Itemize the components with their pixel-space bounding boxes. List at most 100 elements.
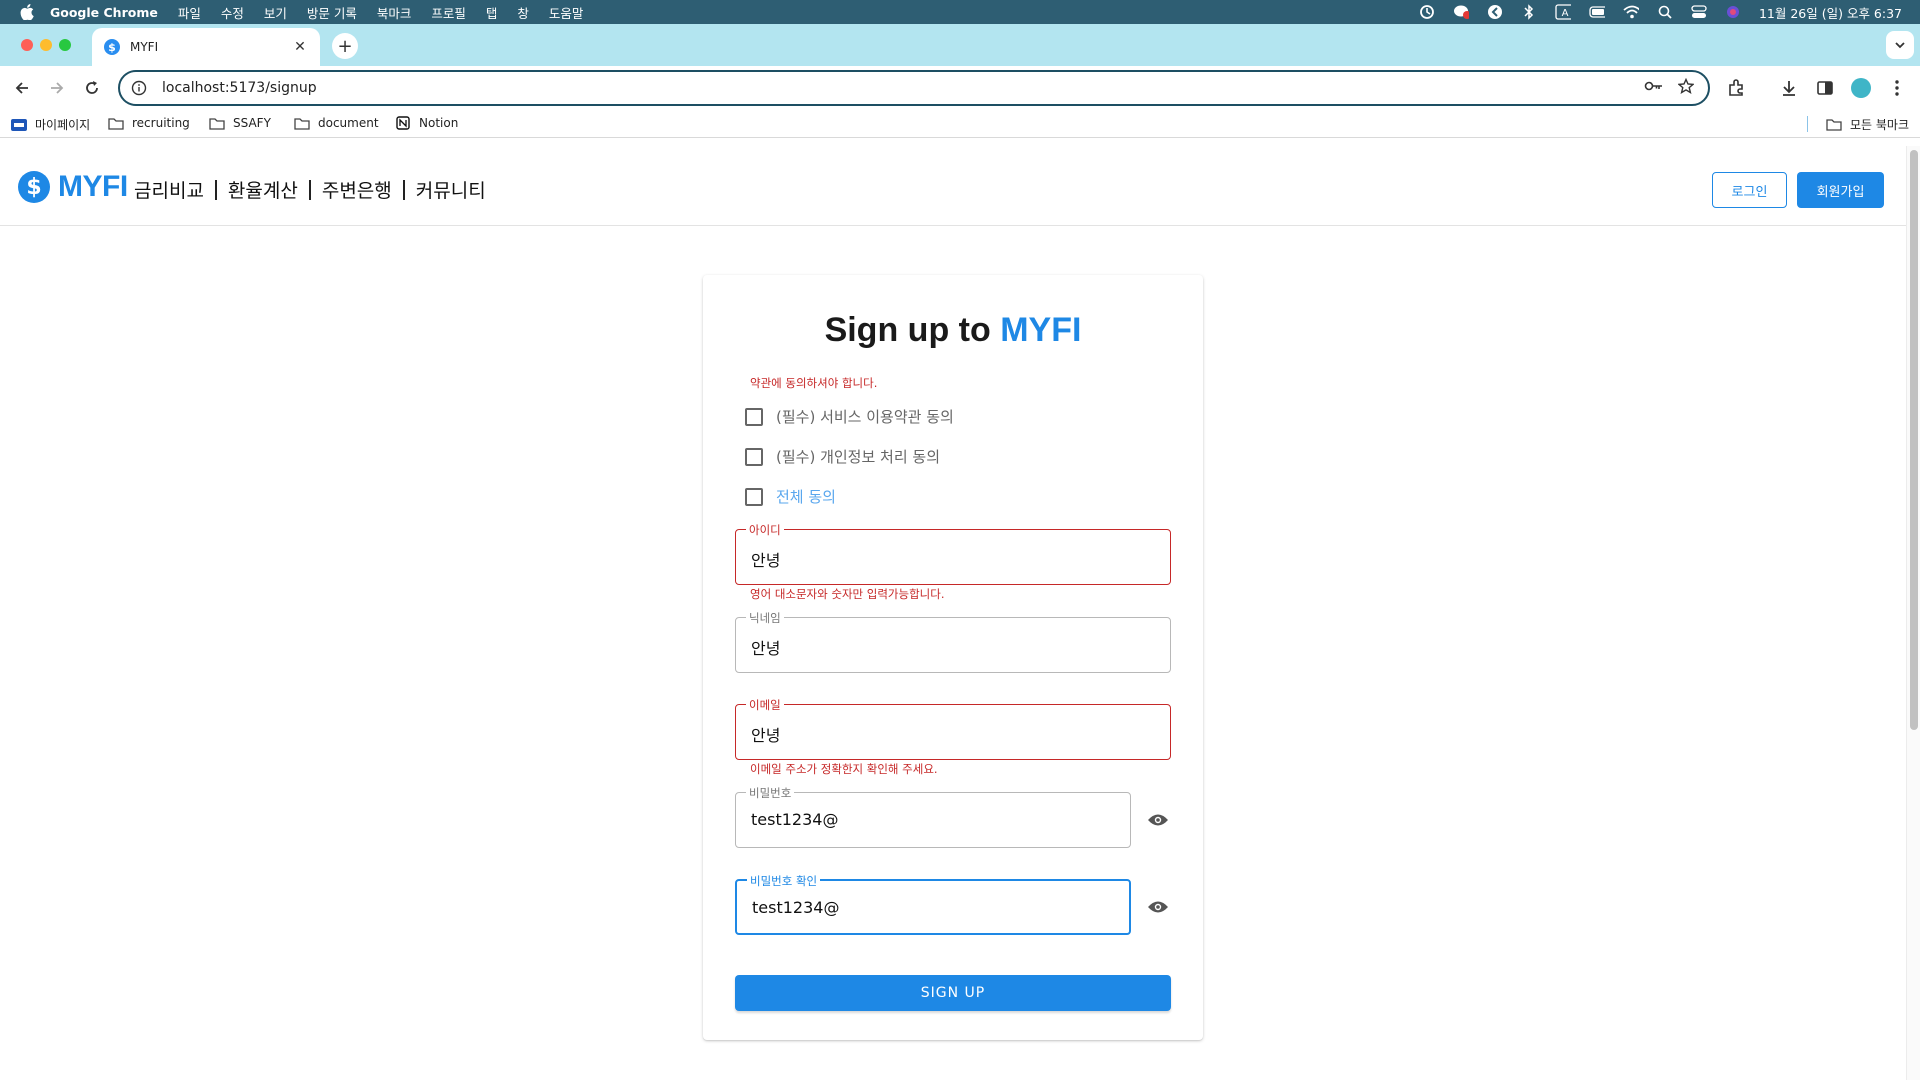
password-key-icon[interactable] xyxy=(1644,78,1664,98)
terms-privacy-checkbox[interactable]: (필수) 개인정보 처리 동의 xyxy=(745,446,940,467)
bookmarks-divider xyxy=(1807,116,1808,132)
side-panel-icon[interactable] xyxy=(1814,77,1836,99)
login-button[interactable]: 로그인 xyxy=(1712,172,1787,208)
menu-edit[interactable]: 수정 xyxy=(221,3,244,22)
password-field[interactable]: 비밀번호 test1234@ xyxy=(735,785,1131,848)
control-center-icon[interactable] xyxy=(1691,4,1707,20)
field-value[interactable]: 안녕 xyxy=(751,722,780,746)
spotlight-icon[interactable] xyxy=(1657,4,1673,20)
wifi-icon[interactable] xyxy=(1623,4,1639,20)
eye-icon[interactable] xyxy=(1146,808,1170,832)
nickname-field[interactable]: 닉네임 안녕 xyxy=(735,610,1171,673)
bookmark-notion[interactable]: Notion xyxy=(395,116,458,130)
folder-icon xyxy=(108,116,124,130)
scrollbar-thumb[interactable] xyxy=(1910,150,1918,730)
nav-divider xyxy=(214,179,217,200)
bookmark-label: document xyxy=(318,116,379,130)
terms-all-checkbox[interactable]: 전체 동의 xyxy=(745,486,836,507)
extensions-icon[interactable] xyxy=(1725,77,1747,99)
bookmark-label: 마이페이지 xyxy=(35,118,91,132)
input-source-icon[interactable]: A xyxy=(1555,4,1571,20)
menu-help[interactable]: 도움말 xyxy=(549,3,584,22)
page-viewport: $ MYFI 금리비교 환율계산 주변은행 커뮤니티 로그인 회원가입 Sign… xyxy=(0,146,1920,1080)
tab-title: MYFI xyxy=(130,40,159,54)
vpn-icon[interactable] xyxy=(1487,4,1503,20)
menu-bookmarks[interactable]: 북마크 xyxy=(377,3,412,22)
field-label: 비밀번호 xyxy=(746,785,795,801)
checkbox[interactable] xyxy=(745,407,763,426)
folder-icon xyxy=(1826,118,1842,132)
checkbox[interactable] xyxy=(745,487,763,506)
bookmark-recruiting[interactable]: recruiting xyxy=(108,116,190,130)
tab-search-button[interactable] xyxy=(1886,31,1914,59)
page-title: Sign up to MYFI xyxy=(703,311,1203,350)
terms-error: 약관에 동의하셔야 합니다. xyxy=(750,376,878,390)
window-minimize-button[interactable] xyxy=(40,39,52,51)
main-nav: 금리비교 환율계산 주변은행 커뮤니티 xyxy=(134,176,486,203)
nav-nearby-banks[interactable]: 주변은행 xyxy=(322,176,392,203)
menu-profile[interactable]: 프로필 xyxy=(431,3,466,22)
bookmark-document[interactable]: document xyxy=(294,116,379,130)
bookmark-ssafy[interactable]: SSAFY xyxy=(209,116,271,130)
chat-icon[interactable] xyxy=(1453,4,1469,20)
field-value[interactable]: test1234@ xyxy=(752,898,839,917)
bluetooth-icon[interactable] xyxy=(1521,4,1537,20)
nav-rate-compare[interactable]: 금리비교 xyxy=(134,176,204,203)
tab-close-icon[interactable]: ✕ xyxy=(292,39,308,55)
bookmarks-bar: 마이페이지 recruiting SSAFY document Notion 모… xyxy=(0,110,1920,138)
browser-tab-active[interactable]: $ MYFI ✕ xyxy=(92,28,320,66)
all-bookmarks-folder[interactable]: 모든 북마크 xyxy=(1826,116,1909,133)
email-field[interactable]: 이메일 안녕 xyxy=(735,697,1171,760)
menu-tab[interactable]: 탭 xyxy=(486,3,498,22)
browser-toolbar: localhost:5173/signup xyxy=(0,66,1920,110)
nav-exchange-calc[interactable]: 환율계산 xyxy=(228,176,298,203)
signup-submit-button[interactable]: SIGN UP xyxy=(735,975,1171,1011)
eye-icon[interactable] xyxy=(1146,895,1170,919)
window-zoom-button[interactable] xyxy=(59,39,71,51)
menu-file[interactable]: 파일 xyxy=(178,3,201,22)
address-bar[interactable]: localhost:5173/signup xyxy=(118,70,1710,106)
logo-text: MYFI xyxy=(58,170,128,203)
forward-icon[interactable] xyxy=(45,76,69,100)
back-icon[interactable] xyxy=(10,76,34,100)
window-close-button[interactable] xyxy=(21,39,33,51)
field-value[interactable]: test1234@ xyxy=(751,810,838,829)
bookmark-star-icon[interactable] xyxy=(1677,77,1695,98)
tab-favicon: $ xyxy=(104,39,120,55)
bookmark-mypage[interactable]: 마이페이지 xyxy=(11,116,90,133)
new-tab-button[interactable]: + xyxy=(332,33,358,59)
field-value[interactable]: 안녕 xyxy=(751,635,780,659)
username-field[interactable]: 아이디 안녕 xyxy=(735,522,1171,585)
site-icon xyxy=(11,118,27,132)
checkbox-label[interactable]: (필수) 서비스 이용약관 동의 xyxy=(776,406,954,427)
apple-icon[interactable] xyxy=(18,3,36,21)
download-icon[interactable] xyxy=(1778,77,1800,99)
site-logo[interactable]: $ MYFI xyxy=(18,170,128,204)
checkbox-label[interactable]: 전체 동의 xyxy=(776,486,836,507)
page-scrollbar[interactable] xyxy=(1906,146,1920,1080)
email-error: 이메일 주소가 정확한지 확인해 주세요. xyxy=(750,762,938,776)
checkbox[interactable] xyxy=(745,447,763,466)
menubar-clock[interactable]: 11월 26일 (일) 오후 6:37 xyxy=(1759,3,1902,22)
password-confirm-field[interactable]: 비밀번호 확인 test1234@ xyxy=(735,873,1131,935)
site-info-icon[interactable] xyxy=(130,79,148,97)
nav-divider xyxy=(402,179,405,200)
checkbox-label[interactable]: (필수) 개인정보 처리 동의 xyxy=(776,446,940,467)
siri-icon[interactable] xyxy=(1725,4,1741,20)
app-name[interactable]: Google Chrome xyxy=(50,5,158,20)
reload-icon[interactable] xyxy=(80,76,104,100)
battery-icon[interactable] xyxy=(1589,4,1605,20)
nav-community[interactable]: 커뮤니티 xyxy=(416,176,486,203)
signup-nav-button[interactable]: 회원가입 xyxy=(1797,172,1884,208)
profile-avatar[interactable] xyxy=(1851,78,1871,98)
menu-view[interactable]: 보기 xyxy=(264,3,287,22)
signup-card: Sign up to MYFI 약관에 동의하셔야 합니다. (필수) 서비스 … xyxy=(703,275,1203,1040)
terms-service-checkbox[interactable]: (필수) 서비스 이용약관 동의 xyxy=(745,406,954,427)
chrome-menu-icon[interactable] xyxy=(1886,77,1908,99)
field-value[interactable]: 안녕 xyxy=(751,547,780,571)
sync-icon[interactable] xyxy=(1419,4,1435,20)
menu-history[interactable]: 방문 기록 xyxy=(307,3,357,22)
all-bookmarks-label: 모든 북마크 xyxy=(1850,118,1910,132)
menu-window[interactable]: 창 xyxy=(517,3,529,22)
url-text[interactable]: localhost:5173/signup xyxy=(162,80,1644,96)
